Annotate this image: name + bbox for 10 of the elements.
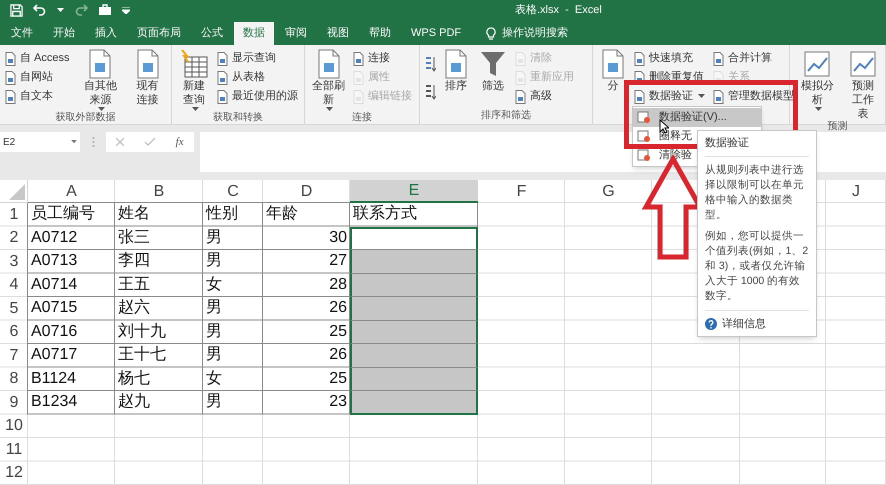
group-label: 获取和转换 (212, 112, 264, 124)
group-label: 预测 (826, 121, 848, 133)
group-label: 获取外部数据 (54, 112, 116, 124)
window-title: 表格.xlsx - Excel (515, 2, 602, 18)
group-label: 排序和筛选 (480, 110, 532, 123)
tooltip-text: 从规则列表中进行选择以限制可以在单元格中输入的数据类型。 (705, 162, 805, 222)
cell-reference: E2 (3, 136, 16, 150)
tooltip-title: 数据验证 (705, 135, 809, 156)
tooltip-text: 例如，您可以提供一个值列表(例如，1、2 和 3)，或者仅允许输入大于 1000 的有效数字。 (705, 228, 809, 304)
group-label: 连接 (351, 112, 373, 124)
